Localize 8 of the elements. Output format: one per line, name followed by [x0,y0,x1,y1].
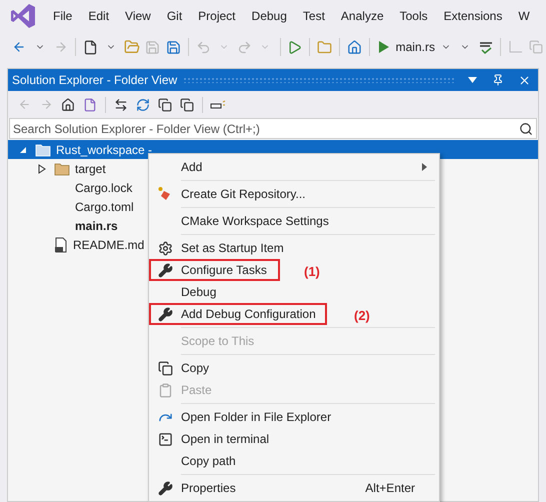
tree-item-label: Cargo.toml [75,198,134,216]
tree-item-label: target [75,160,106,178]
shortcut-text: Alt+Enter [365,480,415,497]
tree-item-label: README.md [73,236,144,254]
panel-title: Solution Explorer - Folder View [12,72,178,89]
annotation-label: (2) [354,307,370,325]
tree-item-label: Rust_workspace - [56,142,152,158]
annotation-label: (1) [304,263,320,281]
